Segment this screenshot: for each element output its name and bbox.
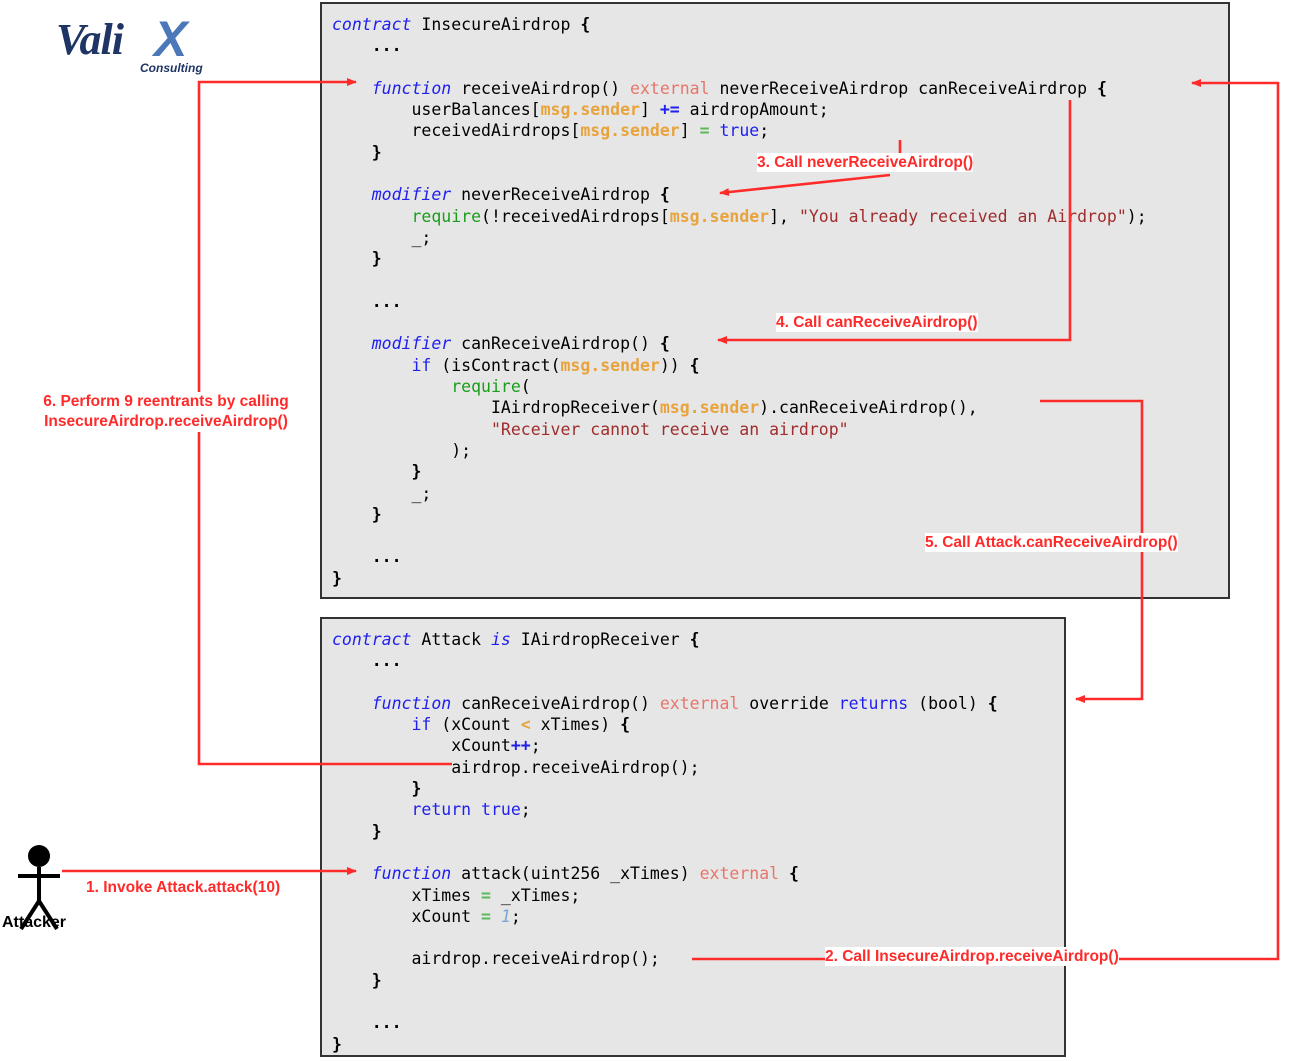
annotation-step-6: 6. Perform 9 reentrants by calling Insec… — [19, 392, 313, 432]
code-box-insecure-airdrop: contract InsecureAirdrop { ... function … — [320, 2, 1230, 599]
code-attack: contract Attack is IAirdropReceiver { ..… — [332, 630, 998, 1054]
annotation-step-3: 3. Call neverReceiveAirdrop() — [757, 153, 974, 172]
valix-logo: Vali X Consulting — [56, 14, 206, 76]
code-insecure-airdrop: contract InsecureAirdrop { ... function … — [332, 15, 1147, 588]
logo-wordmark: Vali — [56, 15, 124, 64]
annotation-step-5: 5. Call Attack.canReceiveAirdrop() — [925, 533, 1178, 552]
annotation-step-2: 2. Call InsecureAirdrop.receiveAirdrop() — [825, 947, 1119, 966]
logo-x-mark: X — [154, 11, 188, 67]
annotation-step-4: 4. Call canReceiveAirdrop() — [776, 313, 978, 332]
attacker-label: Attacker — [2, 914, 67, 931]
annotation-step-6-line-2: InsecureAirdrop.receiveAirdrop() — [44, 413, 288, 430]
attacker-head — [28, 845, 50, 867]
code-box-attack: contract Attack is IAirdropReceiver { ..… — [320, 617, 1066, 1057]
logo-subtitle: Consulting — [140, 61, 203, 75]
annotation-step-6-line-1: 6. Perform 9 reentrants by calling — [43, 393, 289, 410]
annotation-step-1: 1. Invoke Attack.attack(10) — [86, 878, 281, 897]
